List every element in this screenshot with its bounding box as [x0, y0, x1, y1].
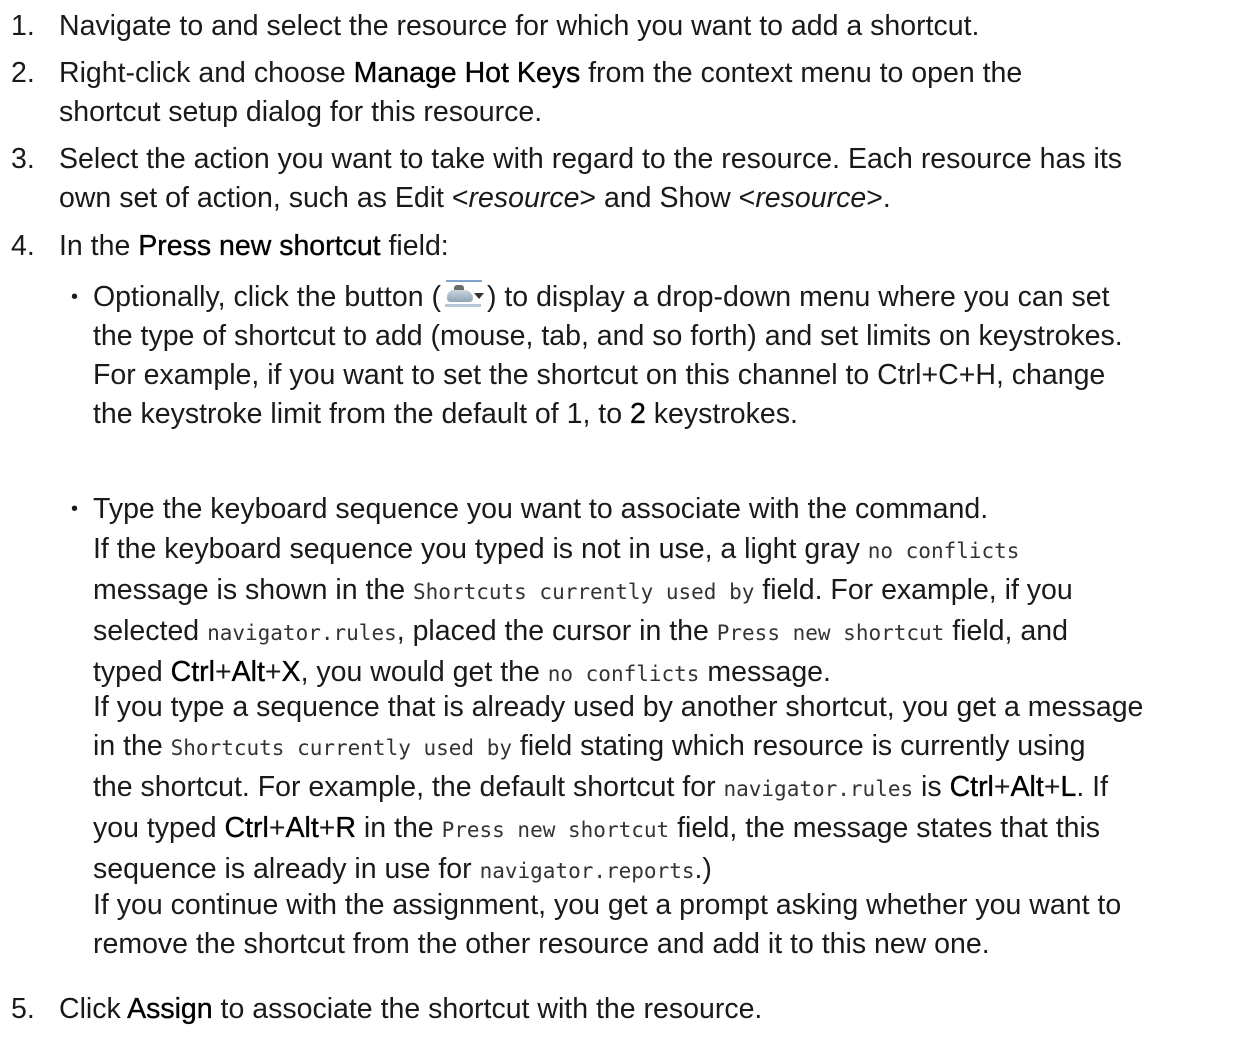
button-ref: Assign [127, 993, 213, 1025]
paragraph-conflict: If you type a sequence that is already u… [93, 691, 1144, 885]
paragraph-no-conflicts: If the keyboard sequence you typed is no… [93, 533, 1073, 688]
field-ref: Press new shortcut [138, 230, 381, 262]
step-number: 3. [11, 143, 35, 175]
step-text: Right-click and choose Manage Hot Keys f… [59, 57, 1023, 128]
menu-item-ref: Manage Hot Keys [353, 57, 581, 89]
step-text: Navigate to and select the resource for … [59, 10, 980, 42]
paragraph-continue: If you continue with the assignment, you… [93, 889, 1122, 960]
dropdown-button-icon [443, 280, 485, 310]
step-text: In the Press new shortcut field: [59, 230, 449, 262]
step-number: 1. [11, 10, 35, 42]
bullet-text: Type the keyboard sequence you want to a… [93, 493, 989, 525]
step-text: Click Assign to associate the shortcut w… [59, 993, 763, 1025]
step-number: 4. [11, 230, 35, 262]
step-text: Select the action you want to take with … [59, 143, 1122, 214]
step-number: 2. [11, 57, 35, 89]
bullet-text: Optionally, click the button () to displ… [93, 280, 1123, 430]
step-number: 5. [11, 993, 35, 1025]
